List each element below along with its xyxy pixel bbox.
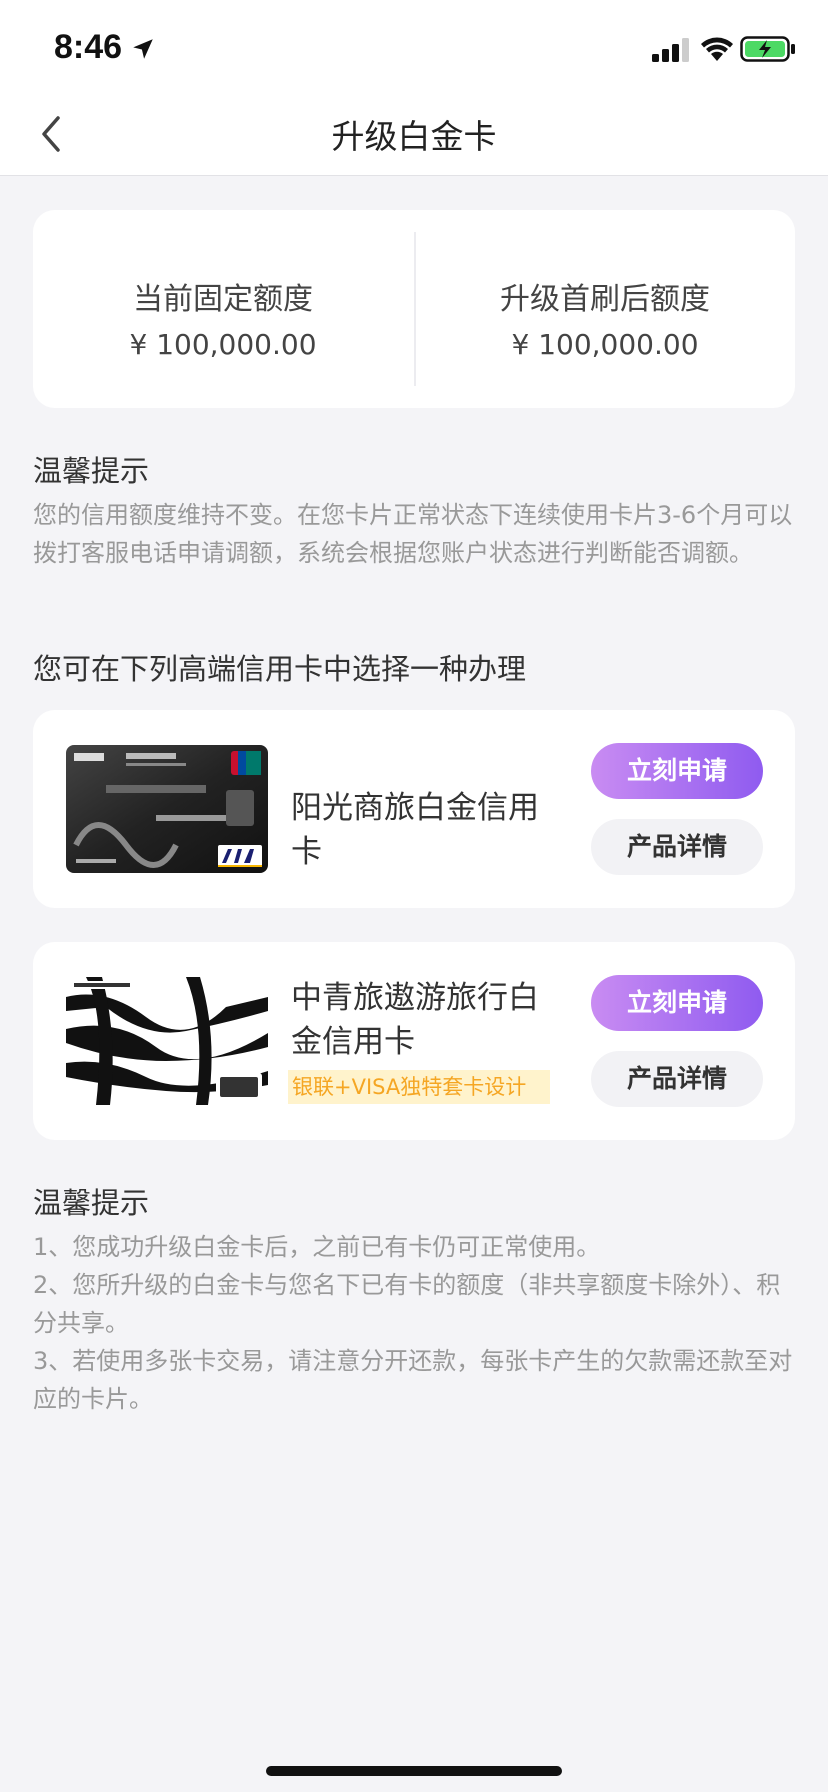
current-limit: 当前固定额度 ¥ 100,000.00 <box>33 274 413 361</box>
tip-title: 温馨提示 <box>33 1186 150 1220</box>
tip-title: 温馨提示 <box>33 454 150 488</box>
card-feature-tag: 银联+VISA独特套卡设计 <box>288 1070 550 1104</box>
wifi-icon <box>701 37 733 61</box>
tip-item: 2、您所升级的白金卡与您名下已有卡的额度（非共享额度卡除外）、积分共享。 <box>33 1271 781 1337</box>
tip-list: 1、您成功升级白金卡后，之前已有卡仍可正常使用。 2、您所升级的白金卡与您名下已… <box>33 1228 795 1418</box>
card-name: 阳光商旅白金信用卡 <box>291 790 539 870</box>
location-arrow-icon <box>133 39 153 59</box>
tip-text: 您的信用额度维持不变。在您卡片正常状态下连续使用卡片3-6个月可以拨打客服电话申… <box>33 501 793 567</box>
navigation-bar: 升级白金卡 <box>0 100 828 176</box>
tip-item: 3、若使用多张卡交易，请注意分开还款，每张卡产生的欠款需还款至对应的卡片。 <box>33 1347 793 1413</box>
upgraded-limit: 升级首刷后额度 ¥ 100,000.00 <box>415 274 795 361</box>
upgraded-limit-label: 升级首刷后额度 <box>500 282 710 317</box>
product-details-button[interactable]: 产品详情 <box>591 1051 763 1107</box>
card-item: 阳光商旅白金信用卡 立刻申请 产品详情 <box>33 710 795 908</box>
card-name: 中青旅遨游旅行白金信用卡 <box>291 980 539 1060</box>
product-details-button[interactable]: 产品详情 <box>591 819 763 875</box>
apply-button[interactable]: 立刻申请 <box>591 975 763 1031</box>
page-title: 升级白金卡 <box>331 117 497 156</box>
current-limit-value: ¥ 100,000.00 <box>129 328 317 361</box>
battery-charging-icon <box>740 36 795 62</box>
home-indicator <box>266 1766 562 1776</box>
current-limit-label: 当前固定额度 <box>133 282 313 317</box>
tip-item: 1、您成功升级白金卡后，之前已有卡仍可正常使用。 <box>33 1233 601 1261</box>
upgraded-limit-value: ¥ 100,000.00 <box>511 328 699 361</box>
apply-button[interactable]: 立刻申请 <box>591 743 763 799</box>
status-time: 8:46 <box>54 28 123 66</box>
zebra-card-icon <box>66 977 268 1105</box>
cellular-signal-icon <box>652 38 689 62</box>
platinum-card-black-icon <box>66 745 268 873</box>
section-title: 您可在下列高端信用卡中选择一种办理 <box>33 652 527 686</box>
card-item: 中青旅遨游旅行白金信用卡 银联+VISA独特套卡设计 立刻申请 产品详情 <box>33 942 795 1140</box>
credit-limit-card: 当前固定额度 ¥ 100,000.00 升级首刷后额度 ¥ 100,000.00 <box>33 210 795 408</box>
status-bar: 8:46 <box>0 0 828 100</box>
